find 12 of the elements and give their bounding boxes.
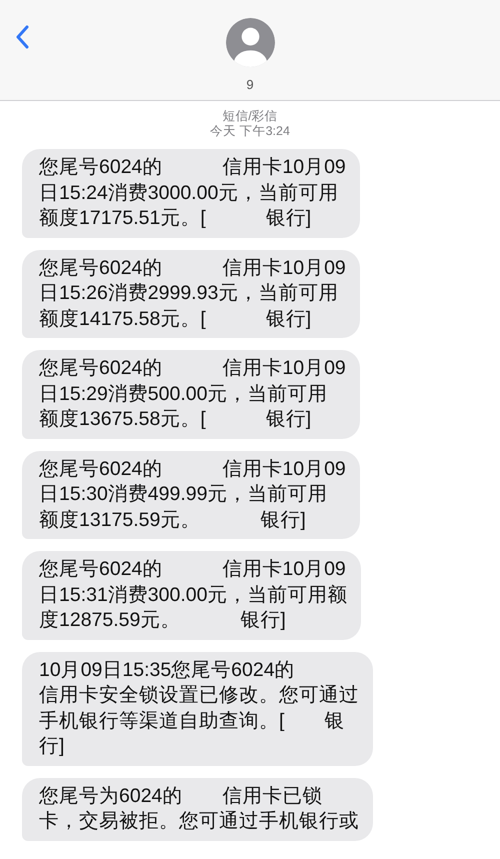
message-bubble: 您尾号6024的 信用卡10月09 日15:29消费500.00元，当前可用 额度13675.58元。[ 银行] bbox=[22, 350, 360, 438]
message-bubble: 您尾号6024的 信用卡10月09 日15:31消费300.00元，当前可用额 度12875.59元。 银行] bbox=[22, 551, 362, 640]
timestamp: 今天 下午3:24 bbox=[210, 124, 290, 139]
contact-name: 9 bbox=[246, 77, 254, 92]
avatar-icon[interactable] bbox=[226, 18, 274, 67]
service-label: 短信/彩信 bbox=[222, 109, 278, 124]
message-bubble: 10月09日15:35您尾号6024的 信用卡安全锁设置已修改。您可通过 手机银行等渠道自助查询。[ 银 行] bbox=[22, 652, 373, 766]
message-bubble: 您尾号6024的 信用卡10月09 日15:30消费499.99元，当前可用 额度13175.59元。 银行] bbox=[22, 450, 360, 539]
message-bubble: 您尾号6024的 信用卡10月09 日15:24消费3000.00元，当前可用 额度17175.51元。[ 银行] bbox=[22, 149, 360, 238]
message-bubble: 您尾号6024的 信用卡10月09 日15:26消费2999.93元，当前可用 额度14175.58元。[ 银行] bbox=[22, 250, 360, 338]
back-icon[interactable] bbox=[15, 25, 29, 49]
message-bubble: 您尾号为6024的 信用卡已锁 卡，交易被拒。您可通过手机银行或 bbox=[22, 778, 373, 840]
